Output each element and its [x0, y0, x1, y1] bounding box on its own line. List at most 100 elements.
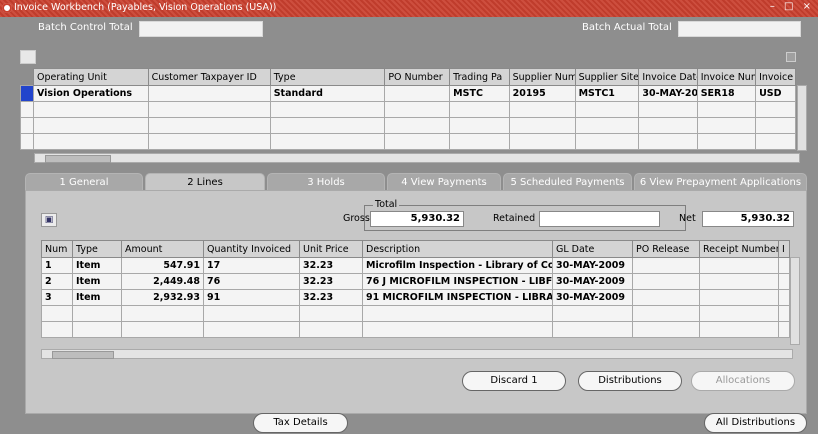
- col-trading-partner[interactable]: Trading Pa: [449, 68, 510, 86]
- line-cell[interactable]: [699, 273, 779, 290]
- col-po-number[interactable]: PO Number: [384, 68, 451, 86]
- invoice-cell[interactable]: MSTC: [449, 85, 510, 102]
- line-cell[interactable]: [121, 321, 204, 338]
- col-quantity-invoiced[interactable]: Quantity Invoiced: [203, 240, 300, 258]
- invoice-cell[interactable]: [449, 117, 510, 134]
- line-row[interactable]: [41, 305, 800, 322]
- line-cell[interactable]: [203, 305, 300, 322]
- tax-details-button[interactable]: Tax Details: [253, 413, 348, 433]
- line-cell[interactable]: 30-MAY-2009: [552, 289, 633, 306]
- invoice-cell[interactable]: [384, 117, 451, 134]
- invoice-cell[interactable]: [269, 133, 386, 150]
- line-cell[interactable]: Item: [72, 257, 122, 274]
- line-cell[interactable]: 91: [203, 289, 300, 306]
- invoice-cell[interactable]: [508, 101, 576, 118]
- invoice-cell[interactable]: [755, 101, 797, 118]
- row-indicator[interactable]: [20, 133, 34, 150]
- line-cell[interactable]: [632, 257, 700, 274]
- line-cell[interactable]: 17: [203, 257, 300, 274]
- invoice-cell[interactable]: [32, 133, 149, 150]
- tab-scheduled-payments[interactable]: 5 Scheduled Payments: [503, 173, 632, 190]
- row-indicator[interactable]: [20, 85, 34, 102]
- invoice-cell[interactable]: [269, 117, 386, 134]
- window-controls-icon[interactable]: – □ ×: [770, 1, 814, 12]
- invoice-cell[interactable]: SER18: [696, 85, 757, 102]
- invoice-cell[interactable]: [574, 133, 640, 150]
- line-cell[interactable]: 2,932.93: [121, 289, 204, 306]
- invoice-cell[interactable]: [696, 117, 757, 134]
- line-cell[interactable]: [632, 289, 700, 306]
- col-customer-taxpayer-id[interactable]: Customer Taxpayer ID: [147, 68, 271, 86]
- tab-general[interactable]: 1 General: [25, 173, 143, 190]
- tab-lines[interactable]: 2 Lines: [145, 173, 265, 191]
- lines-vertical-scrollbar[interactable]: [790, 257, 800, 345]
- line-cell[interactable]: 32.23: [299, 289, 363, 306]
- line-cell[interactable]: 91 MICROFILM INSPECTION - LIBRA: [362, 289, 553, 306]
- line-cell[interactable]: [632, 321, 700, 338]
- col-supplier-num[interactable]: Supplier Num: [508, 68, 576, 86]
- all-distributions-button[interactable]: All Distributions: [704, 413, 807, 433]
- invoice-cell[interactable]: 30-MAY-200: [638, 85, 698, 102]
- invoice-cell[interactable]: 20195: [508, 85, 576, 102]
- line-cell[interactable]: 32.23: [299, 273, 363, 290]
- line-cell[interactable]: [778, 273, 790, 290]
- line-cell[interactable]: 2,449.48: [121, 273, 204, 290]
- invoices-vertical-scrollbar[interactable]: [797, 85, 807, 151]
- line-cell[interactable]: [72, 305, 122, 322]
- line-cell[interactable]: [41, 305, 73, 322]
- invoice-cell[interactable]: [755, 117, 797, 134]
- line-cell[interactable]: [778, 257, 790, 274]
- line-cell[interactable]: [203, 321, 300, 338]
- open-folder-icon[interactable]: ▣: [41, 213, 57, 227]
- col-gl-date[interactable]: GL Date: [552, 240, 633, 258]
- invoice-cell[interactable]: [147, 85, 271, 102]
- col-description[interactable]: Description: [362, 240, 553, 258]
- line-cell[interactable]: 32.23: [299, 257, 363, 274]
- line-cell[interactable]: [778, 321, 790, 338]
- invoice-cell[interactable]: [147, 101, 271, 118]
- invoice-cell[interactable]: Standard: [269, 85, 386, 102]
- line-cell[interactable]: [72, 321, 122, 338]
- invoice-cell[interactable]: [574, 101, 640, 118]
- line-cell[interactable]: [362, 305, 553, 322]
- line-cell[interactable]: [632, 305, 700, 322]
- line-cell[interactable]: 30-MAY-2009: [552, 273, 633, 290]
- line-row[interactable]: 1 Item 547.91 17 32.23 Microfilm Inspection -…: [41, 257, 800, 274]
- invoice-cell[interactable]: [755, 133, 797, 150]
- col-invoice-currency[interactable]: Invoice: [755, 68, 797, 86]
- col-invoice-num[interactable]: Invoice Num: [696, 68, 757, 86]
- line-row[interactable]: 2 Item 2,449.48 76 32.23 76 J MICROFILM INSPE…: [41, 273, 800, 290]
- invoice-cell[interactable]: [384, 101, 451, 118]
- invoice-cell[interactable]: [638, 101, 698, 118]
- row-indicator[interactable]: [20, 101, 34, 118]
- line-cell[interactable]: [699, 289, 779, 306]
- lines-scroll-thumb[interactable]: [52, 351, 114, 359]
- line-cell[interactable]: Item: [72, 273, 122, 290]
- window-close-icon[interactable]: [2, 3, 12, 13]
- line-cell[interactable]: [299, 305, 363, 322]
- invoice-cell[interactable]: [384, 85, 451, 102]
- col-unit-price[interactable]: Unit Price: [299, 240, 363, 258]
- invoice-cell[interactable]: [449, 101, 510, 118]
- invoice-cell[interactable]: [449, 133, 510, 150]
- line-cell[interactable]: [552, 321, 633, 338]
- invoice-row[interactable]: [20, 117, 807, 134]
- invoices-scroll-thumb[interactable]: [45, 155, 111, 163]
- col-po-release[interactable]: PO Release: [632, 240, 700, 258]
- line-cell[interactable]: Item: [72, 289, 122, 306]
- invoice-cell[interactable]: [696, 101, 757, 118]
- line-cell[interactable]: [778, 305, 790, 322]
- line-cell[interactable]: Microfilm Inspection - Library of Co: [362, 257, 553, 274]
- discard-button[interactable]: Discard 1: [462, 371, 566, 391]
- invoice-cell[interactable]: [269, 101, 386, 118]
- invoice-cell[interactable]: [508, 133, 576, 150]
- line-cell[interactable]: [41, 321, 73, 338]
- col-type[interactable]: Type: [269, 68, 386, 86]
- lines-horizontal-scrollbar[interactable]: [41, 349, 793, 359]
- line-cell[interactable]: 76 J MICROFILM INSPECTION - LIBF: [362, 273, 553, 290]
- col-line-extra[interactable]: I: [778, 240, 790, 258]
- invoice-cell[interactable]: [574, 117, 640, 134]
- col-line-num[interactable]: Num: [41, 240, 73, 258]
- line-cell[interactable]: [362, 321, 553, 338]
- line-row[interactable]: [41, 321, 800, 338]
